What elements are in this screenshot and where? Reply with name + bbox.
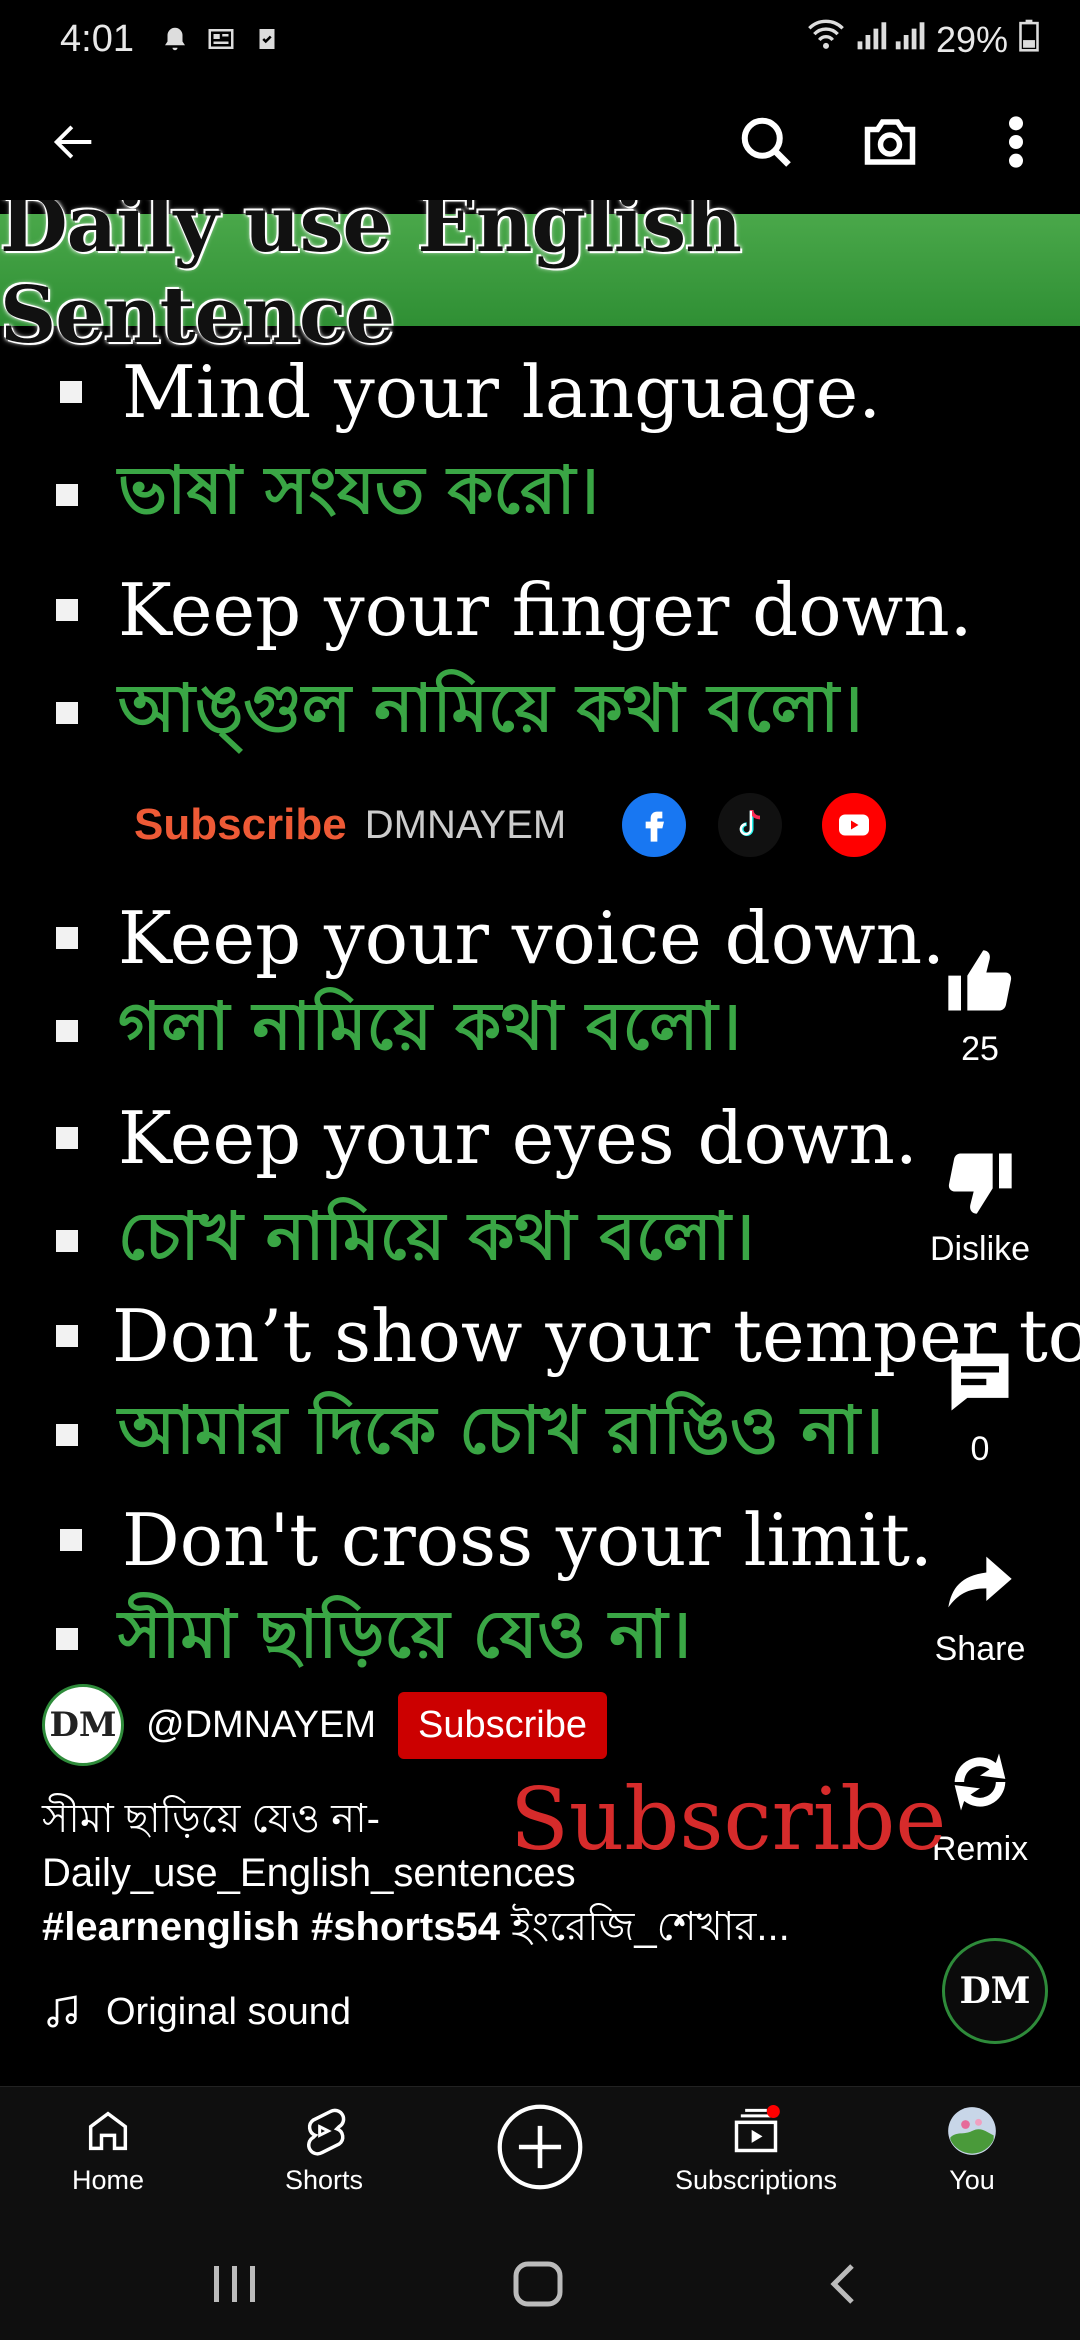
sound-label: Original sound xyxy=(106,1990,352,2033)
share-label: Share xyxy=(934,1630,1026,1668)
sentence-bn-5: আমার দিকে চোখ রাঙিও না। xyxy=(56,1380,884,1490)
dislike-label: Dislike xyxy=(929,1230,1031,1268)
nav-you[interactable]: You xyxy=(872,2105,1072,2196)
sound-disc-avatar[interactable]: DM xyxy=(942,1938,1048,2044)
remix-icon xyxy=(954,1753,1006,1811)
nav-shorts[interactable]: Shorts xyxy=(224,2105,424,2196)
promo-row: Subscribe DMNAYEM xyxy=(134,780,887,870)
promo-channel-name: DMNAYEM xyxy=(364,802,567,847)
create-button[interactable] xyxy=(440,2101,640,2193)
search-button[interactable] xyxy=(736,112,796,172)
status-notification-icons xyxy=(160,24,282,54)
shorts-icon xyxy=(307,2108,346,2156)
channel-row: DM @DMNAYEM Subscribe xyxy=(42,1684,607,1766)
back-system-button[interactable] xyxy=(824,2260,860,2313)
subscribe-button[interactable]: Subscribe xyxy=(398,1691,607,1759)
nav-shorts-label: Shorts xyxy=(284,2165,364,2195)
facebook-icon xyxy=(622,793,687,857)
more-options-button[interactable] xyxy=(986,112,1046,172)
status-time: 4:01 xyxy=(60,18,134,60)
sentence-en-3: Keep your voice down. xyxy=(56,896,945,980)
caption-line-3: #learnenglish #shorts54 ইংরেজি_শেখার... xyxy=(42,1900,922,1954)
sentence-bn-1: ভাষা সংযত করো। xyxy=(56,440,599,550)
caption-line-1: সীমা ছাড়িয়ে যেও না- xyxy=(42,1797,380,1841)
lock-icon xyxy=(252,24,282,54)
home-icon xyxy=(88,2111,128,2151)
wifi-icon xyxy=(806,18,846,61)
nav-home[interactable]: Home xyxy=(8,2105,208,2196)
news-icon xyxy=(206,24,236,54)
like-button[interactable]: 25 xyxy=(880,944,1080,1069)
sentence-bn-3: গলা নামিয়ে কথা বলো। xyxy=(56,976,741,1086)
channel-avatar[interactable]: DM xyxy=(42,1684,124,1766)
more-vertical-icon xyxy=(1009,116,1023,168)
sentence-bn-6: সীমা ছাড়িয়ে যেও না। xyxy=(56,1584,691,1670)
search-icon xyxy=(741,117,791,167)
signal-icon xyxy=(856,18,926,61)
nav-subscriptions-label: Subscriptions xyxy=(674,2165,838,2195)
sentence-bn-4: চোখ নামিয়ে কথা বলো। xyxy=(56,1186,755,1296)
video-banner-title: Daily use English Sentence xyxy=(0,200,742,361)
sentence-en-2: Keep your finger down. xyxy=(56,568,972,652)
chevron-left-icon xyxy=(830,2264,854,2304)
youtube-icon xyxy=(822,793,887,857)
promo-subscribe-text: Subscribe xyxy=(134,800,347,849)
share-arrow-icon xyxy=(948,1556,1012,1608)
remix-label: Remix xyxy=(931,1830,1029,1868)
home-square-icon xyxy=(513,2261,563,2307)
dislike-button[interactable]: Dislike xyxy=(880,1144,1080,1269)
comment-icon xyxy=(951,1353,1009,1411)
share-button[interactable]: Share xyxy=(880,1544,1080,1669)
status-bar: 4:01 29% xyxy=(0,0,1080,84)
battery-percent: 29% xyxy=(935,18,1008,60)
nav-subscriptions[interactable]: Subscriptions xyxy=(656,2105,856,2196)
camera-icon xyxy=(864,119,916,165)
system-navigation-bar xyxy=(0,2226,1080,2340)
caption-line-2: Daily_use_English_sentences xyxy=(42,1851,576,1895)
video-caption[interactable]: সীমা ছাড়িয়ে যেও না- Daily_use_English_… xyxy=(42,1792,922,1954)
plus-circle-icon xyxy=(497,2104,583,2190)
nav-home-label: Home xyxy=(71,2165,145,2195)
top-app-bar xyxy=(0,84,1080,200)
like-count: 25 xyxy=(961,1030,999,1068)
channel-handle[interactable]: @DMNAYEM xyxy=(146,1704,376,1747)
music-note-icon xyxy=(47,1995,77,2028)
caption-rest: ইংরেজি_শেখার... xyxy=(499,1905,790,1949)
arrow-left-icon xyxy=(53,125,92,159)
subscriptions-icon xyxy=(734,2105,780,2153)
battery-icon xyxy=(1018,18,1040,61)
back-button[interactable] xyxy=(44,112,104,172)
comments-button[interactable]: 0 xyxy=(880,1344,1080,1469)
thumbs-up-icon xyxy=(948,950,1012,1011)
bottom-navigation: Home Shorts Subscriptions You xyxy=(0,2086,1080,2226)
sentence-en-1: Mind your language. xyxy=(60,350,881,434)
sentence-en-6: Don't cross your limit. xyxy=(60,1498,933,1582)
bell-icon xyxy=(160,24,190,54)
sentence-en-4: Keep your eyes down. xyxy=(56,1096,918,1180)
recent-apps-icon xyxy=(214,2266,255,2302)
caption-hashtags[interactable]: #learnenglish #shorts54 xyxy=(42,1905,500,1949)
camera-button[interactable] xyxy=(860,112,920,172)
profile-avatar-icon xyxy=(948,2107,996,2155)
tiktok-icon xyxy=(718,793,783,857)
comment-count: 0 xyxy=(970,1430,990,1468)
thumbs-down-icon xyxy=(948,1153,1012,1214)
sentence-bn-2: আঙ্গুল নামিয়ে কথা বলো। xyxy=(56,658,863,768)
home-system-button[interactable] xyxy=(512,2260,564,2313)
nav-you-label: You xyxy=(949,2165,995,2195)
video-banner: Daily use English Sentence xyxy=(0,200,1080,361)
status-right: 29% xyxy=(806,18,1040,61)
recent-apps-button[interactable] xyxy=(206,2262,266,2311)
original-sound-link[interactable]: Original sound xyxy=(42,1990,351,2034)
